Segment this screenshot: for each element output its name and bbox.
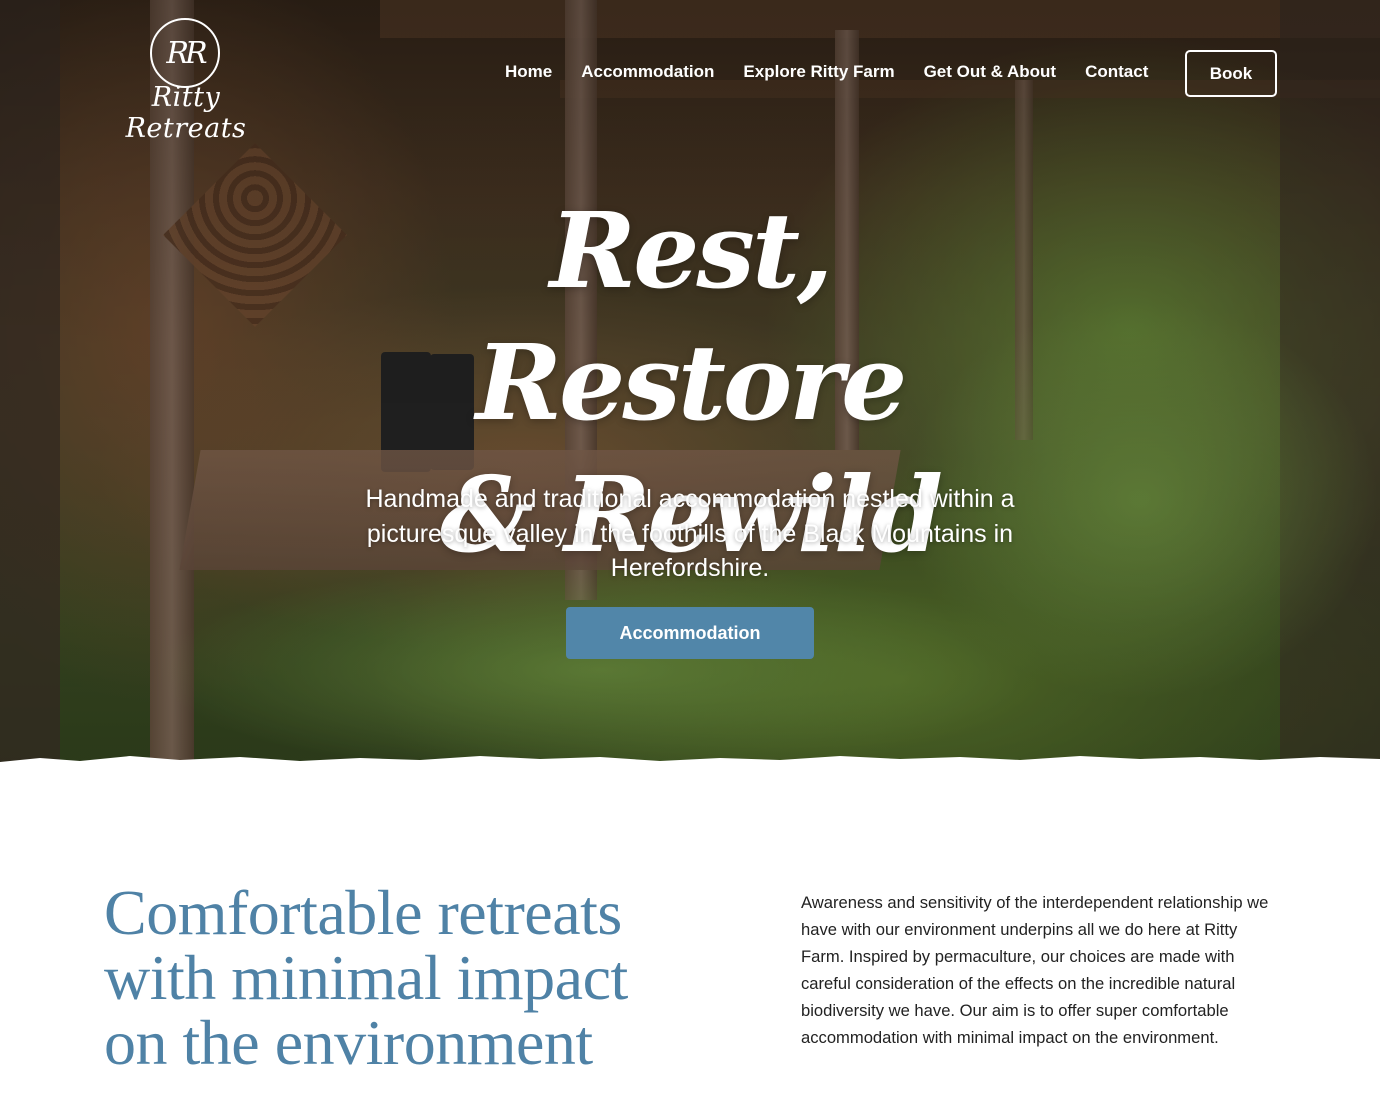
nav-contact[interactable]: Contact <box>1085 62 1148 82</box>
logo-wordmark: Ritty Retreats <box>125 82 247 144</box>
nav-accommodation[interactable]: Accommodation <box>581 62 714 82</box>
intro-heading-line-2: with minimal impact <box>104 942 628 1013</box>
logo[interactable]: RR Ritty Retreats <box>100 18 272 144</box>
nav-get-out-and-about[interactable]: Get Out & About <box>924 62 1057 82</box>
logo-monogram: RR <box>150 18 220 88</box>
torn-edge-divider <box>0 756 1380 770</box>
intro-heading-line-1: Comfortable retreats <box>104 877 622 948</box>
hero-title-line-1: Rest, Restore <box>475 189 908 444</box>
hero-section: RR Ritty Retreats Home Accommodation Exp… <box>0 0 1380 770</box>
intro-heading-line-3: on the environment <box>104 1007 593 1078</box>
intro-paragraph: Awareness and sensitivity of the interde… <box>801 893 1269 1047</box>
accommodation-cta-button[interactable]: Accommodation <box>566 607 814 659</box>
nav-explore-ritty-farm[interactable]: Explore Ritty Farm <box>743 62 894 82</box>
book-button[interactable]: Book <box>1185 50 1277 97</box>
intro-heading: Comfortable retreats with minimal impact… <box>104 880 704 1075</box>
nav-home[interactable]: Home <box>505 62 552 82</box>
hero-subtitle: Handmade and traditional accommodation n… <box>365 485 1015 582</box>
main-nav: Home Accommodation Explore Ritty Farm Ge… <box>505 62 1148 82</box>
